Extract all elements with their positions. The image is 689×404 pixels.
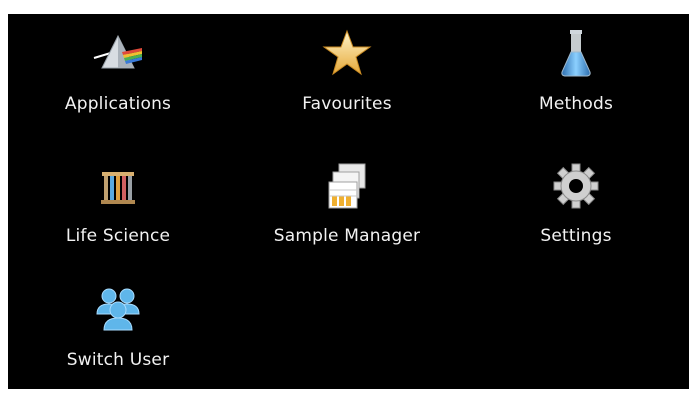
menu-item-label: Settings: [540, 226, 612, 246]
star-icon: [321, 28, 373, 80]
menu-item-label: Sample Manager: [273, 226, 421, 246]
users-icon: [92, 284, 144, 336]
menu-item-label: Methods: [538, 94, 613, 114]
menu-item-label: Switch User: [66, 350, 170, 370]
menu-item-sample-manager[interactable]: Sample Manager: [247, 160, 447, 280]
menu-item-applications[interactable]: Applications: [18, 28, 218, 148]
menu-item-settings[interactable]: Settings: [476, 160, 676, 280]
menu-item-label: Life Science: [65, 226, 171, 246]
prism-icon: [92, 28, 144, 80]
menu-item-switch-user[interactable]: Switch User: [18, 284, 218, 404]
flask-icon: [550, 28, 602, 80]
menu-item-methods[interactable]: Methods: [476, 28, 676, 148]
gear-icon: [550, 160, 602, 212]
menu-item-label: Applications: [64, 94, 172, 114]
test-tubes-icon: [92, 160, 144, 212]
sample-rack-icon: [321, 160, 373, 212]
menu-item-life-science[interactable]: Life Science: [18, 160, 218, 280]
main-menu-screen: Applications Favourites Methods Life Sci…: [8, 14, 689, 389]
menu-item-label: Favourites: [302, 94, 392, 114]
menu-item-favourites[interactable]: Favourites: [247, 28, 447, 148]
